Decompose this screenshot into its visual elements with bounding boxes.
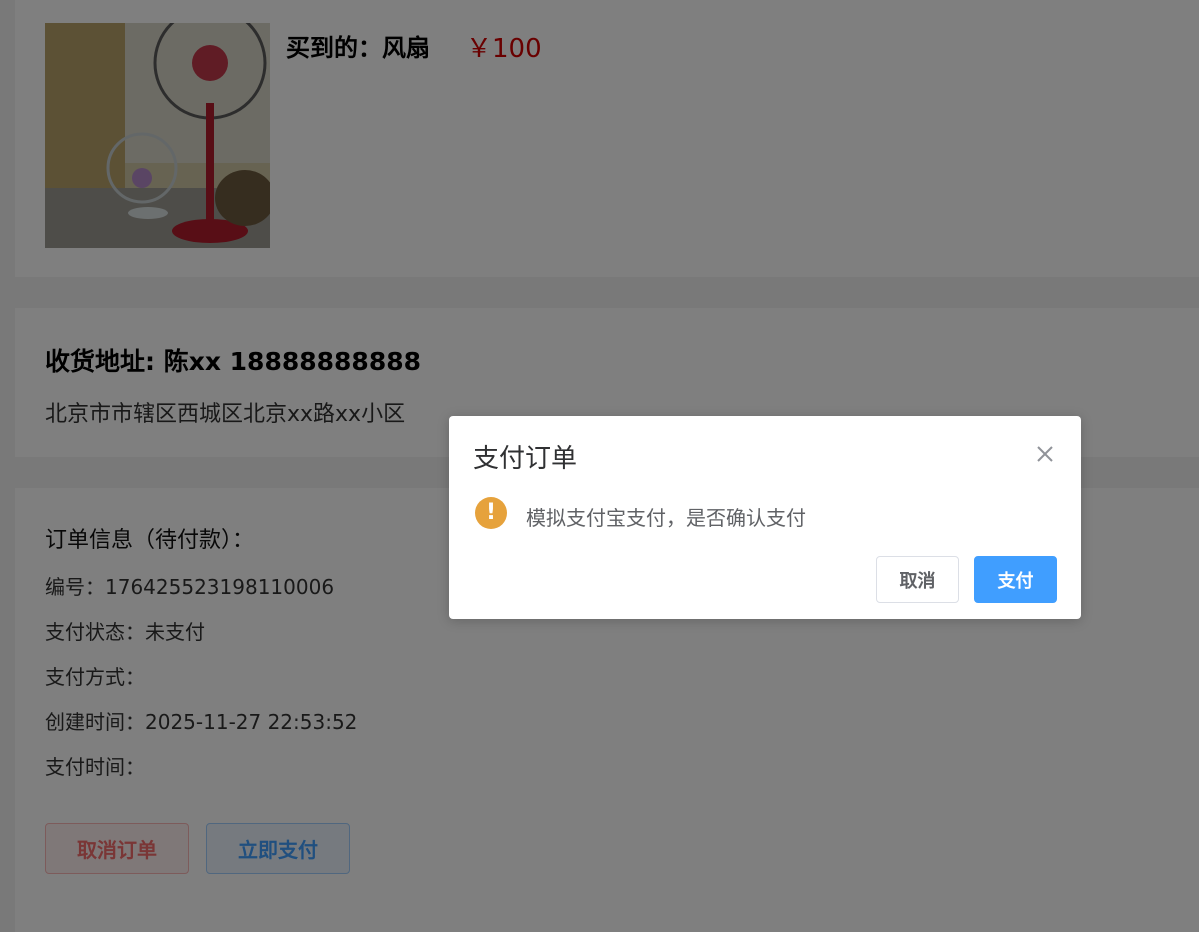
- pay-dialog: 支付订单 ! 模拟支付宝支付，是否确认支付 取消 支付: [449, 416, 1081, 619]
- warning-icon: !: [475, 497, 507, 529]
- dialog-message: 模拟支付宝支付，是否确认支付: [526, 506, 806, 530]
- dialog-title: 支付订单: [473, 444, 578, 474]
- dialog-cancel-button[interactable]: 取消: [876, 556, 959, 603]
- dialog-confirm-button[interactable]: 支付: [974, 556, 1057, 603]
- close-icon[interactable]: [1033, 442, 1057, 466]
